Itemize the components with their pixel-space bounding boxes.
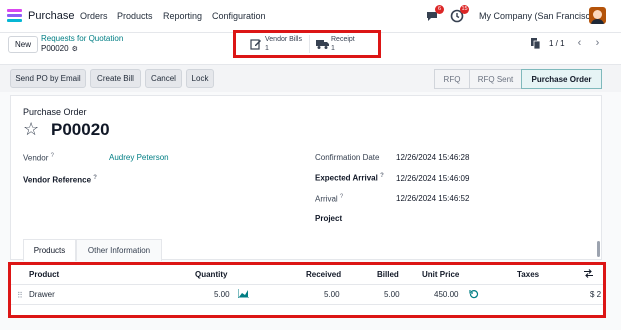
cancel-button[interactable]: Cancel — [145, 69, 182, 88]
column-header-quantity[interactable]: Quantity — [195, 270, 227, 279]
menu-reporting[interactable]: Reporting — [163, 11, 202, 21]
bookmark-icon[interactable] — [531, 38, 541, 50]
header-divider — [11, 284, 603, 285]
receipt-count: 1 — [331, 45, 335, 52]
chat-icon[interactable]: 6 — [425, 5, 444, 23]
confirmation-date-field[interactable]: 12/26/2024 15:46:28 — [396, 153, 469, 162]
billed-cell[interactable]: 5.00 — [384, 290, 400, 299]
control-panel: New Requests for Quotation P00020 ⚙ Vendo… — [0, 30, 621, 64]
drag-handle-icon[interactable]: ⠿ — [17, 291, 23, 300]
star-icon[interactable]: ☆ — [23, 119, 39, 140]
lock-button[interactable]: Lock — [186, 69, 214, 88]
unit-price-cell[interactable]: 450.00 — [434, 290, 458, 299]
pager-next-icon[interactable]: › — [590, 36, 605, 51]
vendor-label: Vendor ? — [23, 153, 54, 163]
vendor-reference-label-text: Vendor Reference — [23, 175, 92, 185]
form-title: Purchase Order — [23, 107, 87, 117]
column-header-product[interactable]: Product — [29, 270, 59, 279]
column-settings-icon[interactable] — [584, 269, 593, 280]
chat-badge: 6 — [435, 5, 444, 14]
tab-other-information[interactable]: Other Information — [76, 239, 162, 261]
activity-badge: 15 — [460, 5, 469, 14]
receipt-label: Receipt — [331, 36, 355, 43]
gear-icon[interactable]: ⚙ — [72, 45, 78, 53]
breadcrumb-current-label: P00020 — [41, 44, 69, 53]
send-po-email-button[interactable]: Send PO by Email — [10, 69, 86, 88]
vendor-reference-label: Vendor Reference ? — [23, 175, 97, 185]
history-icon[interactable] — [469, 289, 479, 301]
arrival-label: Arrival ? — [315, 194, 343, 204]
breadcrumb-link[interactable]: Requests for Quotation — [41, 34, 123, 43]
column-header-taxes[interactable]: Taxes — [517, 270, 539, 279]
receipt-smart-button[interactable]: Receipt 1 — [316, 35, 376, 55]
vendor-bills-label: Vendor Bills — [265, 36, 302, 43]
vendor-reference-help[interactable]: ? — [93, 175, 97, 181]
product-cell[interactable]: Drawer — [29, 290, 55, 299]
app-name[interactable]: Purchase — [28, 10, 74, 22]
tab-products[interactable]: Products — [23, 239, 76, 261]
vendor-label-text: Vendor — [23, 153, 49, 163]
truck-icon — [316, 38, 329, 50]
vendor-field[interactable]: Audrey Peterson — [109, 153, 169, 162]
column-header-received[interactable]: Received — [306, 270, 341, 279]
purchase-app-icon[interactable] — [7, 9, 22, 22]
status-purchase-order[interactable]: Purchase Order — [521, 69, 602, 89]
arrival-label-text: Arrival — [315, 194, 338, 204]
pencil-square-icon — [250, 38, 262, 50]
status-rfq-sent[interactable]: RFQ Sent — [469, 69, 522, 89]
order-name: P00020 — [51, 120, 110, 139]
form-sheet: Purchase Order ☆ P00020 Vendor ? Audrey … — [10, 95, 602, 261]
vendor-help[interactable]: ? — [51, 153, 54, 159]
action-bar: Send PO by Email Create Bill Cancel Lock… — [0, 64, 621, 92]
pager-previous-icon[interactable]: ‹ — [572, 36, 587, 51]
column-header-unit-price[interactable]: Unit Price — [422, 270, 459, 279]
arrival-help[interactable]: ? — [340, 194, 343, 200]
breadcrumb-current: P00020 ⚙ — [41, 44, 78, 53]
top-navbar: Purchase Orders Products Reporting Confi… — [0, 0, 621, 33]
confirmation-date-label: Confirmation Date — [315, 153, 380, 162]
expected-arrival-help[interactable]: ? — [380, 173, 384, 179]
new-button[interactable]: New — [8, 36, 38, 53]
clock-icon[interactable]: 15 — [450, 5, 469, 23]
expected-arrival-label-text: Expected Arrival — [315, 173, 378, 183]
quantity-cell[interactable]: 5.00 — [214, 290, 230, 299]
pager-value[interactable]: 1 / 1 — [549, 39, 565, 48]
menu-orders[interactable]: Orders — [80, 11, 108, 21]
menu-products[interactable]: Products — [117, 11, 153, 21]
user-avatar[interactable] — [589, 7, 606, 24]
smart-buttons: Vendor Bills 1 Receipt 1 — [233, 30, 381, 58]
expected-arrival-field[interactable]: 12/26/2024 15:46:09 — [396, 174, 469, 183]
smart-button-divider — [309, 35, 310, 53]
scrollbar[interactable] — [597, 241, 600, 257]
vendor-bills-smart-button[interactable]: Vendor Bills 1 — [250, 35, 308, 55]
forecast-chart-icon[interactable] — [237, 289, 249, 300]
company-switcher[interactable]: My Company (San Francisco) — [479, 11, 598, 21]
received-cell[interactable]: 5.00 — [324, 290, 340, 299]
subtotal-cell: $ 2 — [590, 290, 602, 299]
arrival-field[interactable]: 12/26/2024 15:46:52 — [396, 194, 469, 203]
column-header-billed[interactable]: Billed — [377, 270, 399, 279]
menu-configuration[interactable]: Configuration — [212, 11, 266, 21]
create-bill-button[interactable]: Create Bill — [90, 69, 141, 88]
project-label: Project — [315, 214, 343, 223]
order-lines-table: Product Quantity Received Billed Unit Pr… — [8, 262, 606, 318]
row-divider — [11, 304, 603, 305]
vendor-bills-count: 1 — [265, 45, 269, 52]
expected-arrival-label: Expected Arrival ? — [315, 173, 384, 183]
status-rfq[interactable]: RFQ — [434, 69, 470, 89]
